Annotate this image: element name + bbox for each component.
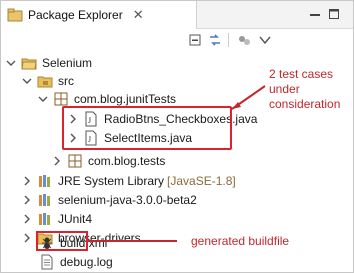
annotation-buildfile: generated buildfile xyxy=(191,234,290,248)
annotation-line: consideration xyxy=(269,97,341,111)
package-explorer-view: Package Explorer ✕ Selenium src com.blog… xyxy=(0,0,354,273)
annotation-line: 2 test cases under xyxy=(269,67,334,96)
annotation-arrows xyxy=(88,85,266,242)
annotation-test-cases: 2 test cases under consideration xyxy=(269,67,353,112)
